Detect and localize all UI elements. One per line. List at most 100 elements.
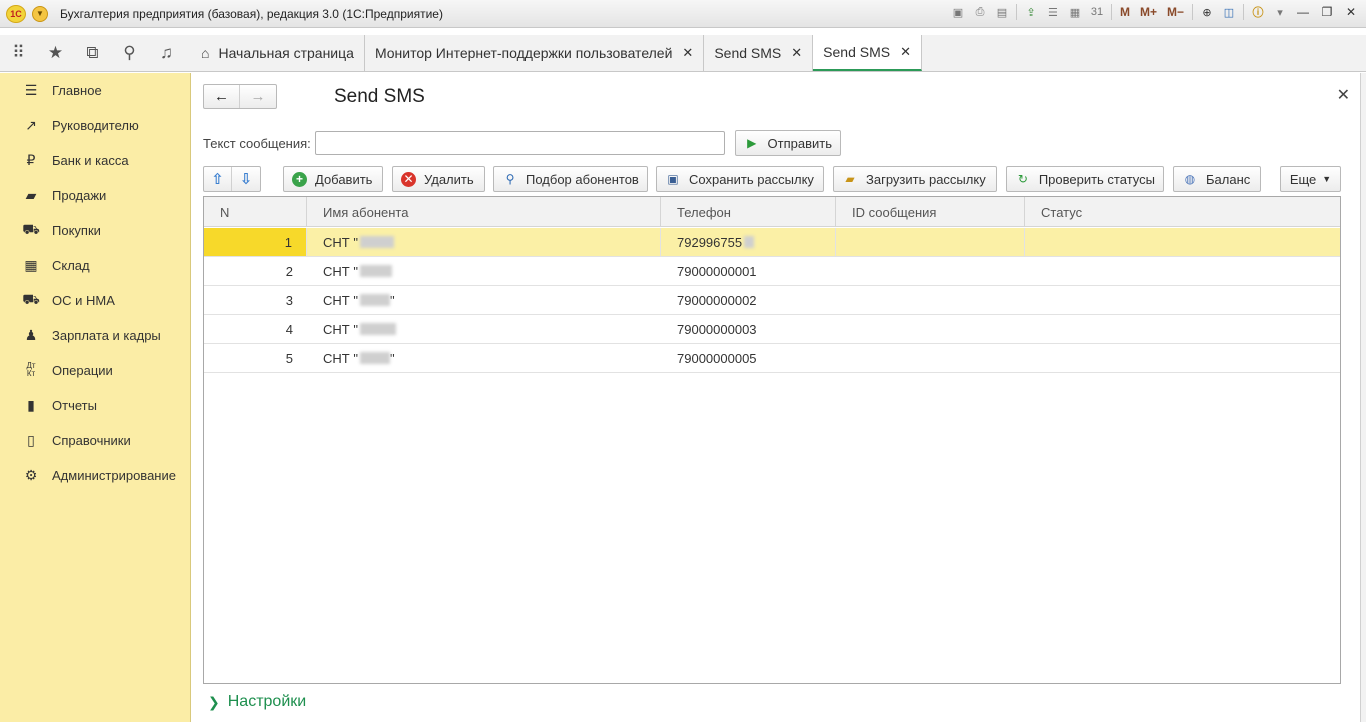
delete-button[interactable]: ✕ Удалить [392,166,485,192]
zoom-icon[interactable]: ⊕ [1199,4,1215,20]
cell-phone: 79000000003 [677,321,757,337]
panel-icon[interactable]: ◫ [1221,4,1237,20]
close-tab-icon[interactable]: ✕ [900,44,911,60]
sidebar-item-main[interactable]: ☰ Главное [0,75,190,105]
cell-name: СНТ " [307,228,661,256]
add-button[interactable]: + Добавить [283,166,383,192]
sidebar-item-bank[interactable]: ₽ Банк и касса [0,145,190,175]
print-icon[interactable]: ⎙ [972,4,988,20]
back-button[interactable]: ← [204,85,241,108]
column-header-phone[interactable]: Телефон [661,197,836,227]
cell-message-id [836,344,1025,372]
search-icon[interactable]: ⚲ [111,35,148,71]
ruble-icon: ₽ [26,151,36,168]
info-icon[interactable]: ⓘ [1250,4,1266,20]
tab-home[interactable]: ⌂ Начальная страница [191,35,365,71]
column-header-n[interactable]: N [204,197,307,227]
pick-subscribers-button[interactable]: ⚲ Подбор абонентов [493,166,648,192]
more-button[interactable]: Еще ▼ [1280,166,1341,192]
forward-button[interactable]: → [240,85,276,108]
main-menu-button[interactable]: ▼ [32,5,48,22]
redacted-mark [359,323,396,335]
name-text: СНТ " [323,292,358,308]
tab-send-sms-1[interactable]: Send SMS ✕ [704,35,814,71]
floppy-icon: ▣ [667,172,679,186]
cart-icon: ⛟ [22,220,40,237]
column-header-message-id[interactable]: ID сообщения [836,197,1025,227]
more-button-label: Еще [1289,171,1317,187]
save-icon[interactable]: ▣ [950,4,966,20]
tab-send-sms-2[interactable]: Send SMS ✕ [813,35,923,71]
bell-icon[interactable]: ♫ [148,35,185,71]
message-input[interactable] [315,131,725,155]
preview-icon[interactable]: ▤ [994,4,1010,20]
upload-icon[interactable]: ⇪ [1023,4,1039,20]
close-icon[interactable]: ✕ [1337,85,1350,105]
column-header-name[interactable]: Имя абонента [307,197,661,227]
memory-m-plus-button[interactable]: M+ [1138,5,1159,19]
apps-grid-icon[interactable]: ⠿ [0,35,37,71]
column-header-status[interactable]: Статус [1025,197,1340,227]
save-mailing-button[interactable]: ▣ Сохранить рассылку [656,166,824,192]
sidebar-item-manager[interactable]: ↗ Руководителю [0,110,190,140]
tab-label: Монитор Интернет-поддержки пользователей [374,45,673,61]
sidebar-item-references[interactable]: ▯ Справочники [0,425,190,455]
sidebar-item-purchases[interactable]: ⛟ Покупки [0,215,190,245]
redacted-mark [359,294,390,306]
tab-support-monitor[interactable]: Монитор Интернет-поддержки пользователей… [364,35,705,71]
menu-lines-icon: ☰ [24,81,38,98]
move-down-button[interactable]: ⇩ [232,167,260,191]
list-icon[interactable]: ☰ [1045,4,1061,20]
history-icon[interactable]: ⧉ [74,35,111,71]
restore-button[interactable]: ❐ [1318,4,1336,20]
cell-phone: 79000000002 [677,292,757,308]
sidebar-item-warehouse[interactable]: ▦ Склад [0,250,190,280]
sidebar-item-label: Главное [52,82,102,98]
check-statuses-button[interactable]: ↻ Проверить статусы [1006,166,1164,192]
memory-m-button[interactable]: M [1118,5,1132,19]
cell-n: 2 [285,263,293,279]
toolbar-separator [1192,4,1193,20]
calendar-icon[interactable]: 31 [1089,4,1105,20]
settings-group-toggle[interactable]: ❯ Настройки [208,693,306,711]
table-header: N Имя абонента Телефон ID сообщения Стат… [204,197,1340,227]
minimize-button[interactable]: — [1294,4,1312,20]
cell-n: 1 [204,228,307,256]
name-text: СНТ " [323,263,358,279]
redacted-mark [359,265,392,277]
table-row[interactable]: 5 СНТ " " 79000000005 [204,344,1340,373]
cell-name: СНТ " [307,257,661,285]
memory-m-minus-button[interactable]: M− [1165,5,1186,19]
name-text: СНТ " [323,234,358,250]
move-up-button[interactable]: ⇧ [204,167,232,191]
sidebar-item-assets[interactable]: ⛟ ОС и НМА [0,285,190,315]
sidebar-item-salary[interactable]: ♟ Зарплата и кадры [0,320,190,350]
table-row[interactable]: 1 СНТ " 792996755 [204,228,1340,257]
redacted-mark [359,236,394,248]
close-tab-icon[interactable]: ✕ [791,45,802,61]
balance-button[interactable]: ◍ Баланс [1173,166,1261,192]
load-mailing-button[interactable]: ▰ Загрузить рассылку [833,166,997,192]
sidebar-item-operations[interactable]: Дт Кт Операции [0,355,190,385]
redacted-mark [744,236,755,248]
close-window-button[interactable]: ✕ [1342,4,1360,20]
sidebar-item-label: Справочники [52,432,131,448]
table-row[interactable]: 4 СНТ " 79000000003 [204,315,1340,344]
send-button[interactable]: ▶ Отправить [735,130,841,156]
chevron-down-icon: ▼ [1322,174,1332,184]
sidebar-item-label: Руководителю [52,117,139,133]
redacted-mark [359,352,390,364]
folder-icon: ▰ [845,172,855,186]
send-button-label: Отправить [767,135,832,151]
sidebar-item-label: Отчеты [52,397,97,413]
sidebar-item-sales[interactable]: ▰ Продажи [0,180,190,210]
table-row[interactable]: 3 СНТ " " 79000000002 [204,286,1340,315]
sidebar-item-admin[interactable]: ⚙ Администрирование [0,460,190,490]
close-tab-icon[interactable]: ✕ [682,45,693,61]
delete-button-label: Удалить [424,171,474,187]
sidebar-item-reports[interactable]: ▮ Отчеты [0,390,190,420]
calculator-icon[interactable]: ▦ [1067,4,1083,20]
favorites-star-icon[interactable]: ★ [37,35,74,71]
dropdown-icon[interactable]: ▾ [1272,4,1288,20]
table-row[interactable]: 2 СНТ " 79000000001 [204,257,1340,286]
